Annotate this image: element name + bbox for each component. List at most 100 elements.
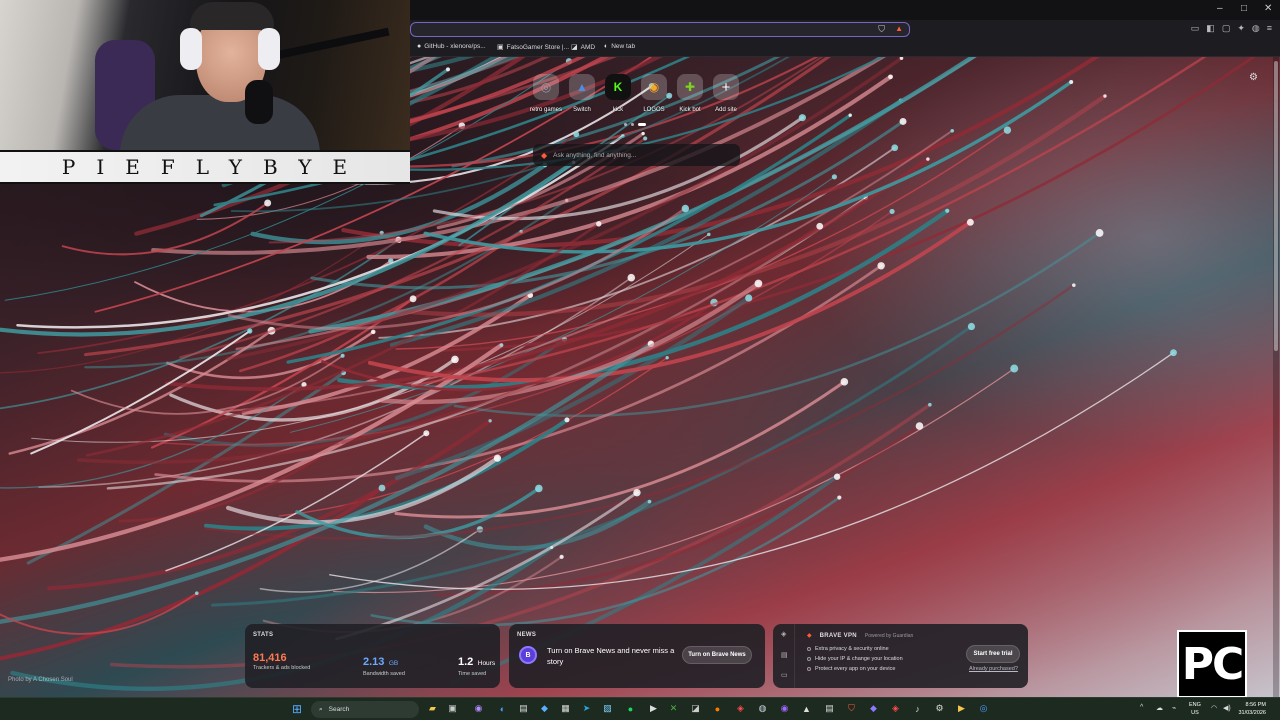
task-view-icon[interactable]: ▣ (446, 702, 459, 715)
system-clock[interactable]: 8:56 PM 31/03/2026 (1238, 701, 1266, 717)
bookmark-fatsogamer[interactable]: ▣ FatsoGamer Store |... (497, 43, 569, 52)
vscode-icon[interactable]: ◆ (538, 702, 551, 715)
brave-icon[interactable]: ⛉ (845, 702, 858, 715)
wifi-icon[interactable]: ◠ (1211, 704, 1217, 712)
notepad-icon[interactable]: ▦ (559, 702, 572, 715)
strand-tip (423, 430, 430, 437)
file-explorer-icon[interactable]: ▰ (426, 702, 439, 715)
turn-on-news-button[interactable]: Turn on Brave News (682, 646, 752, 664)
close-button[interactable]: ✕ (1264, 3, 1272, 14)
top-site-label: retro games (529, 107, 562, 113)
telegram-icon[interactable]: ➤ (580, 702, 593, 715)
windows-start-icon[interactable]: ⊞ (292, 702, 302, 716)
search-icon: ⌕ (319, 705, 323, 713)
discord-icon[interactable]: ◆ (867, 702, 880, 715)
start-free-trial-button[interactable]: Start free trial (966, 645, 1020, 663)
obs-icon[interactable]: ◉ (778, 702, 791, 715)
webcam-cap (190, 2, 274, 30)
page-dot[interactable] (624, 123, 627, 126)
app-icon[interactable]: ▲ (800, 702, 813, 715)
tray-overflow-icon[interactable]: ^ (1140, 704, 1143, 711)
address-bar[interactable]: ⛉ ▲ (410, 22, 910, 37)
bookmark-label: GitHub - xlenore/ps... (424, 43, 486, 50)
sidebar-icon[interactable]: ◧ (1206, 23, 1215, 34)
menu-icon[interactable]: ≡ (1267, 23, 1272, 34)
add-site-button[interactable]: + Add site (706, 74, 746, 113)
vpn-icon[interactable]: ◍ (1252, 23, 1260, 34)
chrome-icon[interactable]: ◎ (977, 702, 990, 715)
already-purchased-link[interactable]: Already purchased? (969, 666, 1018, 672)
photo-credit: Photo by A Chosen Soul (8, 677, 73, 683)
news-title: NEWS (517, 632, 537, 638)
maximize-button[interactable]: □ (1241, 3, 1247, 14)
amd-icon: ◪ (571, 44, 578, 51)
taskbar-search[interactable]: ⌕ Search (311, 701, 419, 718)
stats-icon[interactable]: ▭ (781, 671, 788, 679)
search-box[interactable]: ◆ (533, 144, 740, 166)
vpn-shield-icon[interactable]: ◈ (781, 630, 786, 638)
page-dot[interactable] (631, 123, 634, 126)
amd-software-icon[interactable]: ◪ (689, 702, 702, 715)
tab-list-icon[interactable]: ▢ (1222, 23, 1231, 34)
background-strand (0, 592, 198, 635)
news-promo-text: Turn on Brave News and never miss a stor… (547, 646, 675, 666)
photos-icon[interactable]: ▧ (601, 702, 614, 715)
top-site-logos[interactable]: ◉ LOGOS (634, 74, 674, 113)
onedrive-icon[interactable]: ☁ (1156, 704, 1163, 712)
media-player-icon[interactable]: ▶ (647, 702, 660, 715)
time-value: 1.2 (458, 656, 474, 668)
volume-icon[interactable]: ◀) (1223, 704, 1231, 712)
strand-tip (888, 74, 893, 80)
calculator-icon[interactable]: ▤ (823, 702, 836, 715)
strand-tip (1095, 229, 1104, 237)
minimize-button[interactable]: – (1217, 3, 1223, 14)
top-site-switch[interactable]: ▲ Switch (562, 74, 602, 113)
music-icon[interactable]: ♪ (911, 702, 924, 715)
vpn-widget: ◈ ▤ ▭ ◆ BRAVE VPN Powered by Guardian Ex… (773, 624, 1028, 688)
xbox-icon[interactable]: ✕ (667, 702, 680, 715)
gaming-app-icon[interactable]: ◈ (734, 702, 747, 715)
trackers-label: Trackers & ads blocked (253, 665, 311, 671)
top-sites-pagination[interactable] (624, 123, 646, 126)
scrollbar-thumb[interactable] (1274, 61, 1278, 351)
edge-icon[interactable]: ◐ (496, 702, 509, 715)
spotify-icon[interactable]: ● (624, 702, 637, 715)
top-site-label: LOGOS (643, 107, 665, 113)
customize-gear-icon[interactable]: ⚙ (1249, 72, 1258, 83)
network-icon[interactable]: ⌁ (1172, 704, 1176, 712)
reader-mode-icon[interactable]: ▭ (1191, 23, 1200, 34)
webcam-overlay (0, 0, 410, 150)
strand-tip (754, 279, 763, 288)
news-icon[interactable]: ▤ (781, 651, 788, 659)
bookmark-amd[interactable]: ◪ AMD (571, 43, 595, 52)
strand-tip (641, 131, 645, 136)
top-site-kick-bot[interactable]: ✚ Kick bot (670, 74, 710, 113)
terminal-icon[interactable]: ▤ (517, 702, 530, 715)
brave-shields-icon[interactable]: ⛉ (878, 24, 885, 35)
settings-icon[interactable]: ⚙ (933, 702, 946, 715)
bookmark-github[interactable]: ● GitHub - xlenore/ps... (417, 43, 486, 50)
strand-tip (445, 67, 450, 72)
page-dot-active[interactable] (638, 123, 646, 126)
firefox-icon[interactable]: ● (711, 702, 724, 715)
brave-rewards-icon[interactable]: ▲ (895, 24, 903, 33)
page-scrollbar[interactable] (1273, 57, 1279, 697)
strand-tip (633, 488, 641, 497)
game-launcher-icon[interactable]: ▶ (955, 702, 968, 715)
strand-tip (816, 222, 824, 230)
steam-icon[interactable]: ◍ (756, 702, 769, 715)
stat-bandwidth: 2.13 GB Bandwidth saved (363, 652, 405, 677)
pc-logo-text: PC (1181, 638, 1245, 690)
strand-tip (264, 199, 272, 207)
search-input[interactable] (553, 151, 724, 159)
bookmark-new-tab[interactable]: ◐ New tab (604, 43, 635, 50)
language-indicator[interactable]: ENG US (1189, 701, 1201, 717)
copilot-icon[interactable]: ◉ (472, 702, 485, 715)
app-icon-red[interactable]: ◈ (889, 702, 902, 715)
leo-ai-icon[interactable]: ✦ (1237, 23, 1245, 34)
strand-tip (370, 329, 376, 335)
webcam-headphone-right (258, 28, 280, 70)
top-site-retro-games[interactable]: ◎ retro games (526, 74, 566, 113)
strand-tip (643, 136, 648, 141)
top-site-kick[interactable]: K kick (598, 74, 638, 113)
